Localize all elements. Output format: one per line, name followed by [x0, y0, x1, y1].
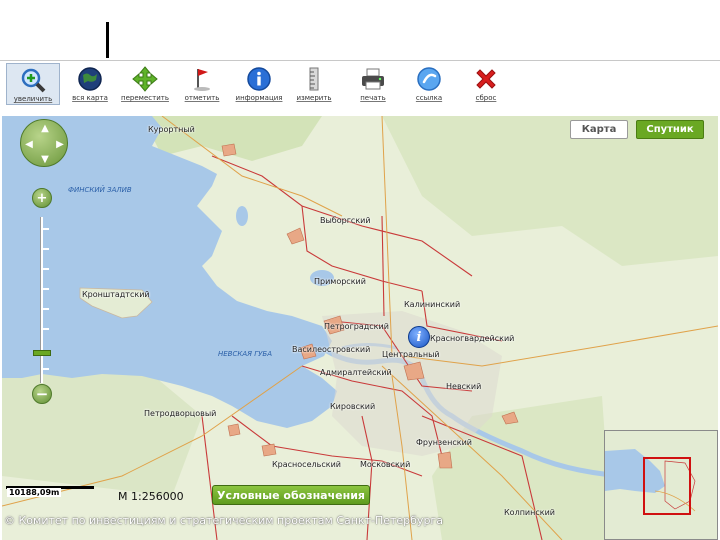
tool-label: печать: [360, 94, 386, 102]
tool-label: сброс: [475, 94, 497, 102]
map-type-button[interactable]: Карта: [570, 120, 628, 139]
scale-ratio: М 1:256000: [118, 490, 184, 503]
tool-label: отметить: [184, 94, 220, 102]
satellite-type-button[interactable]: Спутник: [636, 120, 704, 139]
district-label: Кронштадтский: [82, 290, 150, 299]
zoom-plus-button[interactable]: +: [32, 188, 52, 208]
tool-reset[interactable]: сброс: [459, 63, 513, 105]
pan-up-icon[interactable]: ▲: [39, 122, 51, 134]
tool-label: ссылка: [415, 94, 443, 102]
tool-label: вся карта: [72, 94, 108, 102]
tool-mark[interactable]: отметить: [175, 63, 229, 105]
tool-label: переместить: [121, 94, 169, 102]
district-label: Кировский: [330, 402, 376, 411]
overview-map[interactable]: [604, 430, 718, 540]
district-label: Калининский: [404, 300, 461, 309]
overview-viewport-frame[interactable]: [643, 457, 691, 515]
water-label-gulf: ФИНСКИЙ ЗАЛИВ: [68, 186, 132, 194]
district-label: Невский: [446, 382, 482, 391]
district-label: Красносельский: [272, 460, 341, 469]
pan-control: ▲ ▼ ◀ ▶: [20, 119, 68, 167]
move-icon: [131, 65, 159, 93]
district-label: Петродворцовый: [144, 409, 217, 418]
scale-text: 10188,09m: [7, 488, 62, 497]
info-icon: [245, 65, 273, 93]
district-label: Фрунзенский: [416, 438, 472, 447]
tool-information[interactable]: информация: [232, 63, 286, 105]
district-label: Выборгский: [320, 216, 371, 225]
district-label: Курортный: [148, 125, 195, 134]
zoom-tick: [43, 268, 49, 270]
tool-move[interactable]: переместить: [118, 63, 172, 105]
reset-icon: [472, 65, 500, 93]
link-icon: [415, 65, 443, 93]
zoom-slider-track[interactable]: [40, 217, 43, 383]
zoom-slider-handle[interactable]: [33, 350, 51, 356]
zoom-tick: [43, 288, 49, 290]
district-label: Василеостровский: [292, 345, 371, 354]
pan-right-icon[interactable]: ▶: [54, 138, 66, 150]
tool-label: увеличить: [13, 95, 53, 103]
zoom-tick: [43, 248, 49, 250]
globe-icon: [76, 65, 104, 93]
map-application: увеличить вся карта переместить отметить…: [0, 0, 720, 540]
zoom-tick: [43, 308, 49, 310]
tool-label: информация: [235, 94, 283, 102]
ruler-icon: [300, 65, 328, 93]
district-label: Центральный: [382, 350, 440, 359]
map-canvas[interactable]: Курортный Выборгский Приморский Калининс…: [2, 116, 718, 540]
district-label: Петроградский: [324, 322, 389, 331]
district-label: Адмиралтейский: [320, 368, 392, 377]
pan-down-icon[interactable]: ▼: [39, 153, 51, 165]
water-label-bay: НЕВСКАЯ ГУБА: [218, 350, 272, 358]
district-label: Московский: [360, 460, 411, 469]
zoom-tick: [43, 368, 49, 370]
toolbar: увеличить вся карта переместить отметить…: [0, 61, 720, 106]
tool-link[interactable]: ссылка: [402, 63, 456, 105]
tool-full-map[interactable]: вся карта: [63, 63, 117, 105]
district-label: Приморский: [314, 277, 366, 286]
tool-measure[interactable]: измерить: [287, 63, 341, 105]
info-marker-icon[interactable]: i: [408, 326, 430, 348]
legend-button[interactable]: Условные обозначения: [212, 485, 370, 505]
flag-icon: [188, 65, 216, 93]
zoom-minus-button[interactable]: −: [32, 384, 52, 404]
tool-print[interactable]: печать: [346, 63, 400, 105]
text-cursor: [106, 22, 109, 58]
printer-icon: [359, 65, 387, 93]
zoom-in-icon: [19, 66, 47, 94]
zoom-tick: [43, 328, 49, 330]
zoom-tick: [43, 228, 49, 230]
tool-zoom-in[interactable]: увеличить: [6, 63, 60, 105]
copyright-text: © Комитет по инвестициям и стратегически…: [4, 514, 443, 527]
pan-left-icon[interactable]: ◀: [23, 138, 35, 150]
district-label: Красногвардейский: [430, 334, 515, 343]
tool-label: измерить: [296, 94, 332, 102]
district-label: Колпинский: [504, 508, 555, 517]
